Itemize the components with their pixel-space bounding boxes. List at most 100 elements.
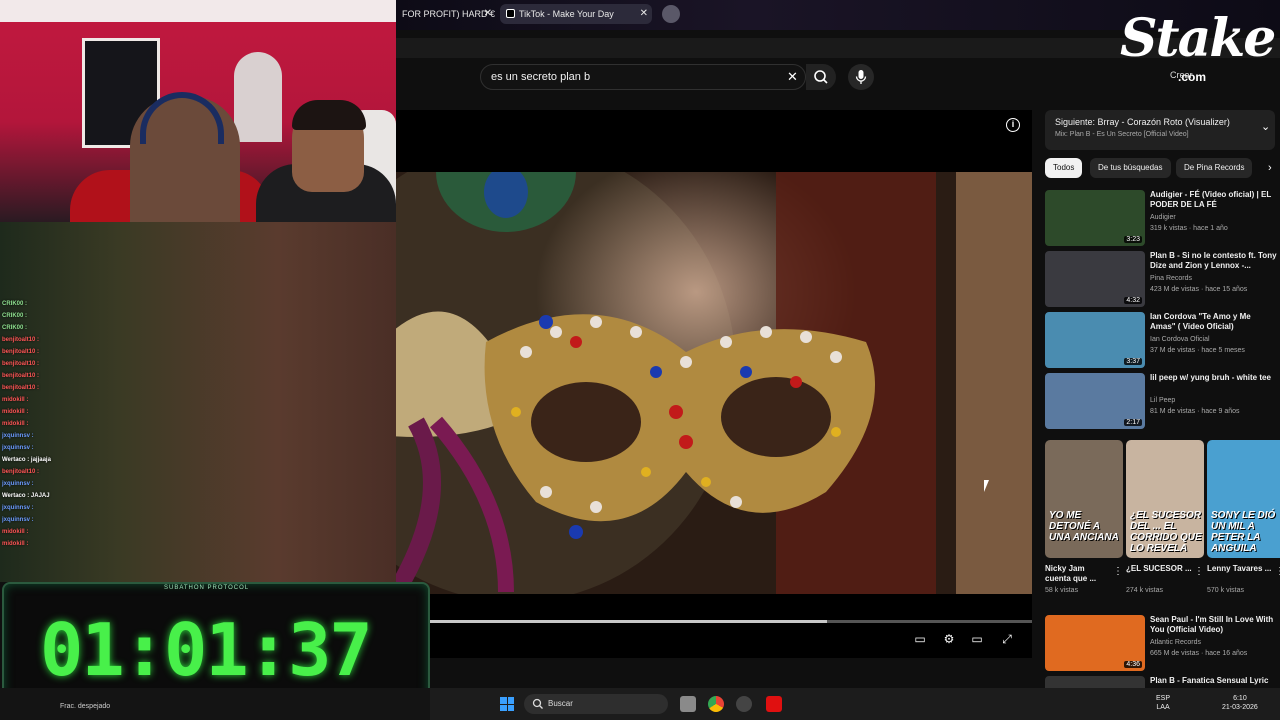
video-meta: 81 M de vistas · hace 9 años: [1150, 408, 1240, 415]
chat-message: benjitoalt10 :: [2, 346, 112, 358]
video-channel[interactable]: Pina Records: [1150, 275, 1192, 282]
chevron-down-icon[interactable]: ⌄: [1261, 120, 1270, 133]
taskbar-search[interactable]: Buscar: [524, 694, 668, 714]
video-channel[interactable]: Lil Peep: [1150, 397, 1175, 404]
video-title[interactable]: Plan B - Fanatica Sensual Lyric: [1150, 676, 1278, 686]
chip-pina-records[interactable]: De Pina Records: [1176, 158, 1253, 178]
video-title[interactable]: Ian Cordova "Te Amo y Me Amas" ( Video O…: [1150, 312, 1278, 332]
clear-icon[interactable]: ✕: [787, 69, 798, 85]
video-thumbnail[interactable]: 4:36: [1045, 615, 1145, 671]
video-title[interactable]: Sean Paul - I'm Still In Love With You (…: [1150, 615, 1278, 635]
theater-mode-icon[interactable]: ▭: [969, 632, 985, 646]
short-thumbnail[interactable]: YO ME DETONÉ A UNA ANCIANA: [1045, 440, 1123, 558]
up-next-card[interactable]: Siguiente: Brray - Corazón Roto (Visuali…: [1045, 110, 1275, 150]
recommended-video[interactable]: 2:17 lil peep w/ yung bruh - white tee Lil…: [1045, 373, 1275, 429]
chat-message: jxquinnsv :: [2, 502, 112, 514]
chat-username: midokiII :: [2, 397, 29, 403]
new-tab-button[interactable]: [662, 5, 680, 23]
short-card[interactable]: ¿EL SUCESOR DEL ... EL CORRIDO QUE LO RE…: [1126, 440, 1204, 600]
youtube-taskbar-icon[interactable]: [766, 696, 782, 712]
chat-username: Wertaco : JAJAJ: [2, 493, 50, 499]
file-explorer-icon[interactable]: [680, 696, 696, 712]
fullscreen-icon[interactable]: ⤢: [999, 632, 1015, 646]
browser-tab[interactable]: FOR PROFIT) HARD € ✕: [396, 4, 496, 24]
short-caption: YO ME DETONÉ A UNA ANCIANA: [1049, 510, 1119, 543]
more-vert-icon[interactable]: ⋮: [1275, 566, 1280, 577]
chip-todos[interactable]: Todos: [1045, 158, 1083, 178]
chip-from-searches[interactable]: De tus búsquedas: [1090, 158, 1171, 178]
webcam-overlay: [0, 0, 396, 222]
timer-label: SUBATHON PROTOCOL: [164, 585, 250, 591]
browser-tab-active[interactable]: TikTok - Make Your Day ✕: [500, 4, 652, 24]
video-channel[interactable]: Ian Cordova Oficial: [1150, 336, 1210, 343]
voice-search-button[interactable]: [848, 64, 874, 90]
chrome-icon[interactable]: [708, 696, 724, 712]
video-thumbnail[interactable]: 4:32: [1045, 251, 1145, 307]
search-button[interactable]: [806, 64, 836, 90]
settings-icon[interactable]: ⚙: [941, 632, 957, 646]
short-title[interactable]: ¿EL SUCESOR ...: [1126, 564, 1192, 574]
video-title[interactable]: lil peep w/ yung bruh - white tee: [1150, 373, 1278, 383]
video-duration: 4:32: [1124, 297, 1142, 304]
taskbar-search-label: Buscar: [548, 699, 573, 708]
create-button[interactable]: Crear: [1170, 70, 1193, 80]
clock[interactable]: 6:10 21-03-2026: [1222, 694, 1258, 712]
video-channel[interactable]: Atlantic Records: [1150, 639, 1201, 646]
chat-message: midokiII :: [2, 418, 112, 430]
info-icon[interactable]: i: [1006, 118, 1020, 132]
chat-username: jxquinnsv :: [2, 517, 34, 523]
search-input[interactable]: es un secreto plan b: [491, 71, 590, 83]
chat-username: benjitoalt10 :: [2, 385, 40, 391]
mouse-cursor: [984, 480, 994, 492]
chat-username: CRIK00 :: [2, 301, 28, 307]
recommended-video[interactable]: 3:23 Audigier - FÉ (Video oficial) | EL P…: [1045, 190, 1275, 246]
search-box[interactable]: es un secreto plan b ✕: [480, 64, 806, 90]
chat-message: jxquinnsv :: [2, 442, 112, 454]
chat-username: Wertaco : jajjaaja: [2, 457, 51, 463]
video-title[interactable]: Plan B - Si no le contesto ft. Tony Dize…: [1150, 251, 1278, 271]
short-card[interactable]: SONY LE DIÓ UN MIL A PETER LA ANGUILA Len…: [1207, 440, 1280, 600]
chevron-right-icon[interactable]: ›: [1268, 162, 1272, 174]
short-thumbnail[interactable]: SONY LE DIÓ UN MIL A PETER LA ANGUILA: [1207, 440, 1280, 558]
recommended-video[interactable]: 4:36 Sean Paul - I'm Still In Love With Y…: [1045, 615, 1275, 671]
short-title[interactable]: Nicky Jam cuenta que ...: [1045, 564, 1111, 584]
video-channel[interactable]: Audigier: [1150, 214, 1176, 221]
close-icon[interactable]: ✕: [640, 4, 648, 24]
video-thumbnail[interactable]: 2:17: [1045, 373, 1145, 429]
short-views: 58 k vistas: [1045, 587, 1079, 594]
more-vert-icon[interactable]: ⋮: [1113, 566, 1123, 577]
windows-start-icon[interactable]: [500, 697, 514, 711]
chat-message: midokiII :: [2, 406, 112, 418]
app-icon[interactable]: [736, 696, 752, 712]
subtitles-icon[interactable]: ▭: [912, 632, 928, 646]
chat-username: benjitoalt10 :: [2, 469, 40, 475]
video-thumbnail[interactable]: 3:37: [1045, 312, 1145, 368]
video-thumbnail[interactable]: 3:23: [1045, 190, 1145, 246]
chat-username: benjitoalt10 :: [2, 349, 40, 355]
recommended-video[interactable]: 4:32 Plan B - Si no le contesto ft. Tony …: [1045, 251, 1278, 307]
video-frame[interactable]: [396, 172, 1032, 594]
tiktok-icon: [506, 9, 515, 18]
up-next-title: Siguiente: Brray - Corazón Roto (Visuali…: [1055, 117, 1230, 127]
chat-username: benjitoalt10 :: [2, 373, 40, 379]
more-vert-icon[interactable]: ⋮: [1194, 566, 1204, 577]
short-card[interactable]: YO ME DETONÉ A UNA ANCIANA Nicky Jam cuen…: [1045, 440, 1123, 600]
close-icon[interactable]: ✕: [484, 4, 492, 24]
video-title[interactable]: Audigier - FÉ (Video oficial) | EL PODER…: [1150, 190, 1278, 210]
chat-message: jxquinnsv :: [2, 514, 112, 526]
clock-time: 6:10: [1233, 695, 1247, 702]
short-thumbnail[interactable]: ¿EL SUCESOR DEL ... EL CORRIDO QUE LO RE…: [1126, 440, 1204, 558]
language-indicator[interactable]: ESP LAA: [1156, 694, 1170, 712]
chat-username: CRIK00 :: [2, 313, 28, 319]
stream-chat: CRIK00 : CRIK00 : CRIK00 : benjitoalt10 : be…: [2, 298, 112, 550]
recommendations-sidebar: Siguiente: Brray - Corazón Roto (Visuali…: [1040, 110, 1280, 720]
short-title[interactable]: Lenny Tavares ...: [1207, 564, 1273, 574]
recommended-video[interactable]: 3:37 Ian Cordova "Te Amo y Me Amas" ( Vid…: [1045, 312, 1275, 368]
chat-message: midokiII :: [2, 526, 112, 538]
video-duration: 4:36: [1124, 661, 1142, 668]
video-player[interactable]: i ▭ ⚙ ▭ ⤢: [396, 110, 1032, 658]
progress-bar[interactable]: [430, 620, 1032, 623]
short-caption: SONY LE DIÓ UN MIL A PETER LA ANGUILA: [1211, 510, 1276, 554]
chat-username: jxquinnsv :: [2, 481, 34, 487]
video-meta: 423 M de vistas · hace 15 años: [1150, 286, 1248, 293]
